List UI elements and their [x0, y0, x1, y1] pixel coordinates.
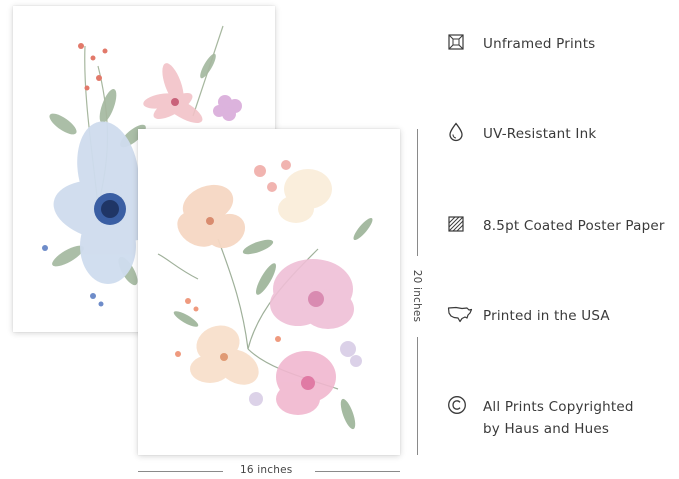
ink-drop-icon — [447, 122, 473, 142]
feature-all-prints-copyrighted: All Prints Copyrighted by Haus and Hues — [447, 396, 634, 440]
width-dimension-line-right — [315, 471, 400, 472]
feature-unframed-prints: Unframed Prints — [447, 33, 595, 55]
feature-label: All Prints Copyrighted by Haus and Hues — [483, 399, 634, 437]
usa-map-icon — [447, 305, 473, 323]
feature-coated-poster-paper: 8.5pt Coated Poster Paper — [447, 215, 665, 237]
height-dimension-line-top — [417, 129, 418, 256]
feature-label: Printed in the USA — [483, 308, 610, 324]
paper-texture-icon — [447, 215, 473, 233]
front-art-print — [138, 129, 400, 455]
height-dimension-label: 20 inches — [411, 269, 423, 323]
feature-uv-resistant-ink: UV-Resistant Ink — [447, 122, 597, 145]
width-dimension-label: 16 inches — [240, 464, 293, 476]
unframed-icon — [447, 33, 473, 51]
feature-printed-in-usa: Printed in the USA — [447, 305, 610, 327]
height-dimension-line-bottom — [417, 337, 418, 455]
watercolor-floral-art-front — [157, 160, 373, 430]
width-dimension-line-left — [138, 471, 223, 472]
feature-label: Unframed Prints — [483, 36, 596, 52]
feature-label: 8.5pt Coated Poster Paper — [483, 218, 665, 234]
feature-label: UV-Resistant Ink — [483, 126, 597, 142]
copyright-icon — [447, 396, 473, 414]
